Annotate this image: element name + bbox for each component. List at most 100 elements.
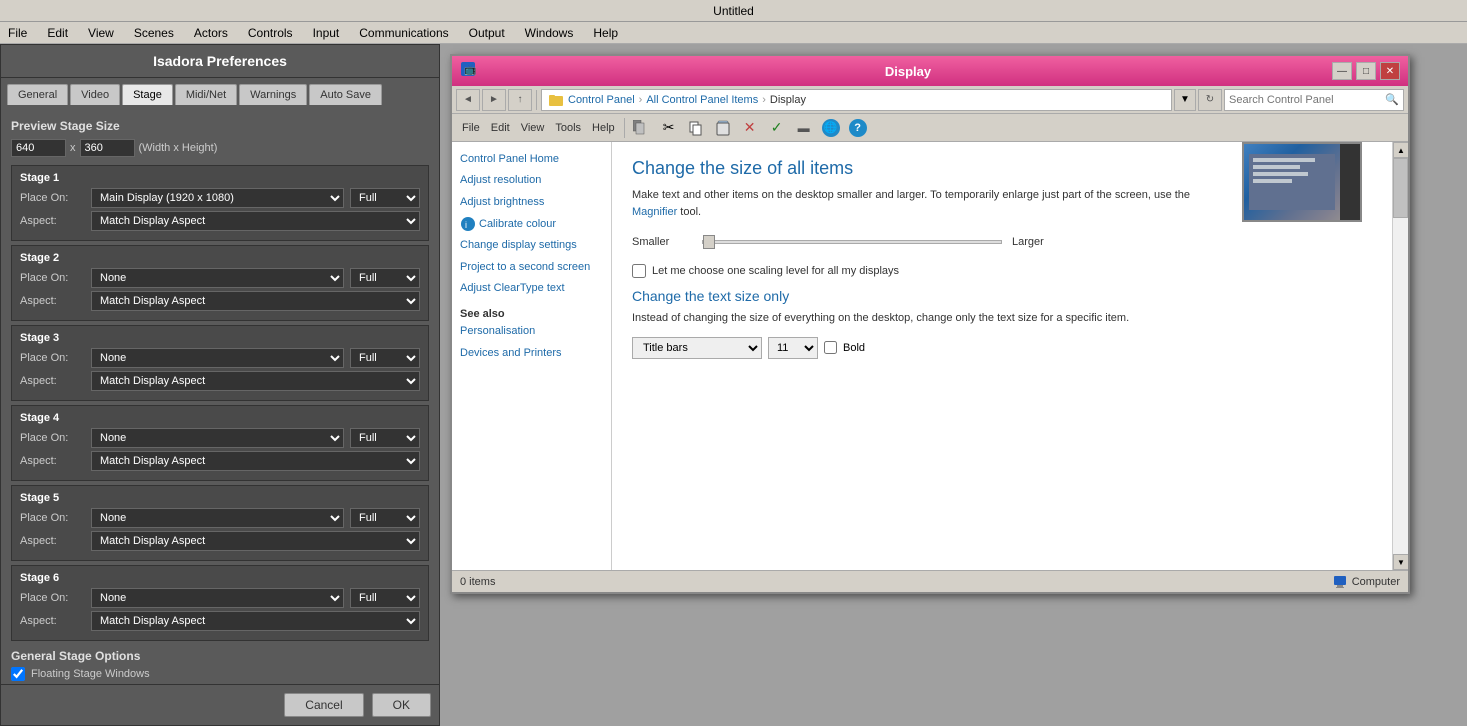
toolbar-view[interactable]: View <box>517 120 549 136</box>
menu-edit[interactable]: Edit <box>43 25 72 41</box>
menu-file[interactable]: File <box>4 25 31 41</box>
toolbar-help[interactable]: Help <box>588 120 619 136</box>
scrollbar-down-btn[interactable]: ▼ <box>1393 554 1408 570</box>
stage-6-aspect-select[interactable]: Match Display Aspect <box>91 611 420 631</box>
scrollbar-track[interactable] <box>1393 158 1408 554</box>
cancel-button[interactable]: Cancel <box>284 693 363 717</box>
sidebar-calibrate-colour[interactable]: i Calibrate colour <box>460 216 603 232</box>
stage-4-aspect-select[interactable]: Match Display Aspect <box>91 451 420 471</box>
back-button[interactable]: ◄ <box>456 89 480 111</box>
place-on-label-6: Place On: <box>20 592 85 604</box>
forward-button[interactable]: ► <box>482 89 506 111</box>
tab-autosave[interactable]: Auto Save <box>309 84 382 105</box>
app-title: Untitled <box>713 4 754 18</box>
stage-3-size-select[interactable]: Full <box>350 348 420 368</box>
menu-windows[interactable]: Windows <box>521 25 578 41</box>
sidebar-change-display-settings[interactable]: Change display settings <box>460 238 603 253</box>
nav-refresh-btn[interactable]: ↻ <box>1198 89 1222 111</box>
stage-3-aspect-select[interactable]: Match Display Aspect <box>91 371 420 391</box>
preview-stage-size-section: Preview Stage Size x (Width x Height) <box>11 119 429 157</box>
slider-thumb[interactable] <box>703 235 715 249</box>
stage-3-place-on-select[interactable]: None <box>91 348 344 368</box>
text-size-type-select[interactable]: Title bars <box>632 337 762 359</box>
toolbar-edit[interactable]: Edit <box>487 120 514 136</box>
stage-1-place-on-select[interactable]: Main Display (1920 x 1080) None <box>91 188 344 208</box>
stage-2-place-on-select[interactable]: None Main Display (1920 x 1080) <box>91 268 344 288</box>
stage-2-aspect-select[interactable]: Match Display Aspect <box>91 291 420 311</box>
menu-output[interactable]: Output <box>465 25 509 41</box>
stage-1-label: Stage 1 <box>20 172 420 184</box>
menu-communications[interactable]: Communications <box>355 25 452 41</box>
minimize-button[interactable]: — <box>1332 62 1352 80</box>
bold-checkbox[interactable] <box>824 341 837 354</box>
scaling-checkbox[interactable] <box>632 264 646 278</box>
stage-6-place-on-select[interactable]: None <box>91 588 344 608</box>
toolbar-icon-copy[interactable] <box>684 117 708 139</box>
menu-help[interactable]: Help <box>589 25 622 41</box>
display-window-title: Display <box>484 64 1332 79</box>
scrollbar-thumb[interactable] <box>1393 158 1408 218</box>
ok-button[interactable]: OK <box>372 693 431 717</box>
stage-5-aspect-select[interactable]: Match Display Aspect <box>91 531 420 551</box>
text-size-number-select[interactable]: 11 8 9 10 12 14 <box>768 337 818 359</box>
menu-scenes[interactable]: Scenes <box>130 25 178 41</box>
tab-video[interactable]: Video <box>70 84 120 105</box>
aspect-label-5: Aspect: <box>20 535 85 547</box>
search-icon: 🔍 <box>1385 93 1399 106</box>
menu-controls[interactable]: Controls <box>244 25 297 41</box>
sidebar-adjust-cleartype[interactable]: Adjust ClearType text <box>460 281 603 296</box>
text-size-dropdown-row: Title bars 11 8 9 10 12 14 Bold <box>632 337 1372 359</box>
preview-width-input[interactable] <box>11 139 66 157</box>
main-desc-1: Make text and other items on the desktop… <box>632 187 1232 220</box>
stage-5-size-select[interactable]: Full <box>350 508 420 528</box>
scaling-checkbox-row: Let me choose one scaling level for all … <box>632 264 1372 278</box>
menu-view[interactable]: View <box>84 25 118 41</box>
menu-input[interactable]: Input <box>309 25 344 41</box>
sidebar-adjust-brightness[interactable]: Adjust brightness <box>460 195 603 210</box>
display-preview-image <box>1242 142 1362 222</box>
search-input[interactable] <box>1229 94 1385 106</box>
sidebar-personalisation[interactable]: Personalisation <box>460 324 603 339</box>
slider-bar[interactable] <box>702 240 1002 244</box>
stage-2-label: Stage 2 <box>20 252 420 264</box>
magnifier-link[interactable]: Magnifier <box>632 206 677 218</box>
toolbar-icon-checkmark[interactable]: ✓ <box>765 117 789 139</box>
main-desc-2: Instead of changing the size of everythi… <box>632 310 1232 327</box>
preview-height-input[interactable] <box>80 139 135 157</box>
breadcrumb-all-items[interactable]: All Control Panel Items <box>646 94 758 106</box>
toolbar-file[interactable]: File <box>458 120 484 136</box>
stage-5-place-on-select[interactable]: None <box>91 508 344 528</box>
stage-1-size-select[interactable]: Full Half <box>350 188 420 208</box>
sidebar-adjust-resolution[interactable]: Adjust resolution <box>460 173 603 188</box>
sidebar-control-panel-home[interactable]: Control Panel Home <box>460 152 603 167</box>
toolbar-icon-minus[interactable]: ▬ <box>792 117 816 139</box>
stage-4-place-on-select[interactable]: None <box>91 428 344 448</box>
folder-icon <box>548 92 564 108</box>
sidebar-devices-printers[interactable]: Devices and Printers <box>460 346 603 361</box>
stage-6-size-select[interactable]: Full <box>350 588 420 608</box>
maximize-button[interactable]: □ <box>1356 62 1376 80</box>
floating-stage-windows-checkbox[interactable] <box>11 667 25 681</box>
toolbar-icon-globe[interactable]: 🌐 <box>819 117 843 139</box>
stage-2-size-select[interactable]: Full <box>350 268 420 288</box>
tab-stage[interactable]: Stage <box>122 84 173 105</box>
toolbar-icon-delete[interactable]: ✕ <box>738 117 762 139</box>
stage-3-block: Stage 3 Place On: None Full Aspect: Matc… <box>11 325 429 401</box>
up-button[interactable]: ↑ <box>508 89 532 111</box>
toolbar-icon-question[interactable]: ? <box>846 117 870 139</box>
tab-general[interactable]: General <box>7 84 68 105</box>
sidebar-project-second-screen[interactable]: Project to a second screen <box>460 260 603 275</box>
tab-midinet[interactable]: Midi/Net <box>175 84 237 105</box>
menu-actors[interactable]: Actors <box>190 25 232 41</box>
toolbar-icon-paste[interactable] <box>711 117 735 139</box>
close-button[interactable]: ✕ <box>1380 62 1400 80</box>
stage-4-size-select[interactable]: Full <box>350 428 420 448</box>
toolbar-icon-pages[interactable] <box>630 117 654 139</box>
scrollbar-up-btn[interactable]: ▲ <box>1393 142 1408 158</box>
tab-warnings[interactable]: Warnings <box>239 84 307 105</box>
toolbar-tools[interactable]: Tools <box>551 120 585 136</box>
nav-breadcrumb-dropdown[interactable]: ▼ <box>1174 89 1196 111</box>
breadcrumb-control-panel[interactable]: Control Panel <box>568 94 635 106</box>
stage-1-aspect-select[interactable]: Match Display Aspect None <box>91 211 420 231</box>
toolbar-icon-scissors[interactable]: ✂ <box>657 117 681 139</box>
